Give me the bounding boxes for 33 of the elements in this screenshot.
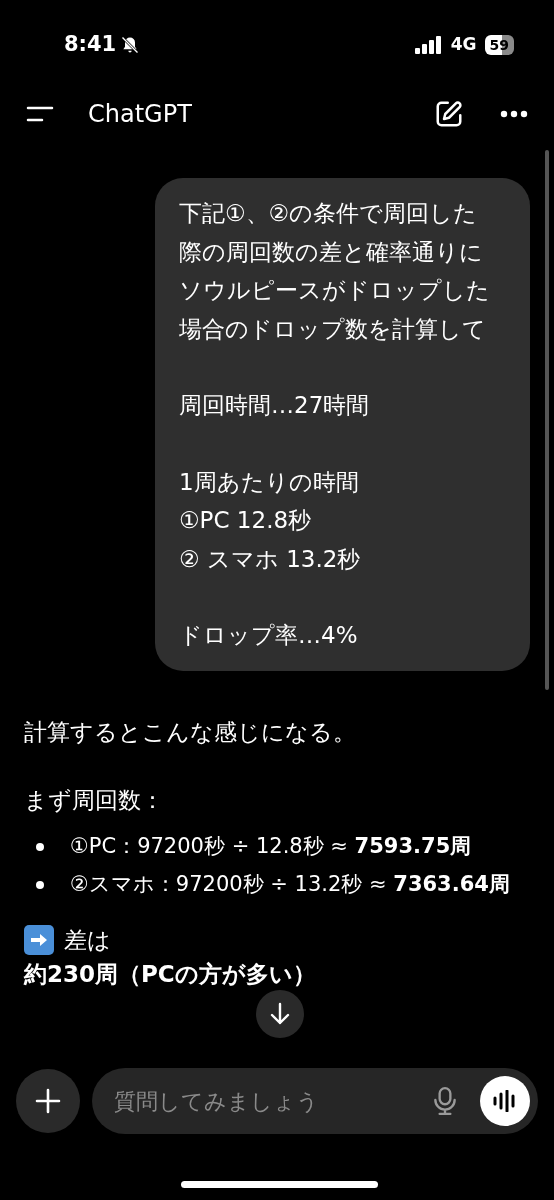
bell-slash-icon	[120, 35, 141, 55]
response-heading: まず周回数：	[24, 785, 165, 815]
scroll-down-button[interactable]	[256, 990, 304, 1038]
response-text: 差は	[64, 925, 111, 955]
response-text: 約230周（PCの方が多い）	[24, 959, 317, 989]
more-icon[interactable]	[500, 110, 528, 118]
input-bar[interactable]: 質問してみましょう	[92, 1068, 538, 1134]
response-text: 計算するとこんな感じになる。	[24, 717, 357, 747]
bullet-text: ②スマホ：97200秒 ÷ 13.2秒 ≈ 7363.64周	[70, 870, 511, 898]
bullet-icon	[36, 880, 44, 889]
message-line: ソウルピースがドロップした	[179, 276, 491, 305]
message-line: 周回時間…27時間	[179, 391, 371, 420]
window-title: ChatGPT	[88, 99, 192, 130]
down-arrow-icon	[269, 1002, 291, 1026]
voice-mode-button[interactable]	[480, 1076, 530, 1126]
message-line: ①PC 12.8秒	[179, 506, 313, 535]
message-line: ② スマホ 13.2秒	[179, 544, 362, 574]
bullet-icon	[36, 842, 44, 851]
plus-icon	[35, 1088, 61, 1114]
menu-icon[interactable]	[26, 106, 54, 122]
waveform-icon	[492, 1090, 518, 1112]
message-line: 1周あたりの時間	[179, 467, 360, 497]
bullet-text: ①PC：97200秒 ÷ 12.8秒 ≈ 7593.75周	[70, 832, 473, 860]
message-line: 場合のドロップ数を計算して	[179, 314, 487, 344]
message-line: ドロップ率…4%	[179, 621, 359, 650]
pencil-square-icon[interactable]	[434, 99, 464, 129]
battery-indicator: 59	[484, 35, 514, 55]
status-time: 8:41	[64, 31, 117, 59]
microphone-icon[interactable]	[432, 1086, 458, 1116]
network-label: 4G	[450, 33, 477, 57]
message-line: 下記①、②の条件で周回した	[179, 199, 479, 228]
signal-icon	[414, 36, 443, 54]
message-line: 際の周回数の差と確率通りに	[179, 237, 484, 267]
